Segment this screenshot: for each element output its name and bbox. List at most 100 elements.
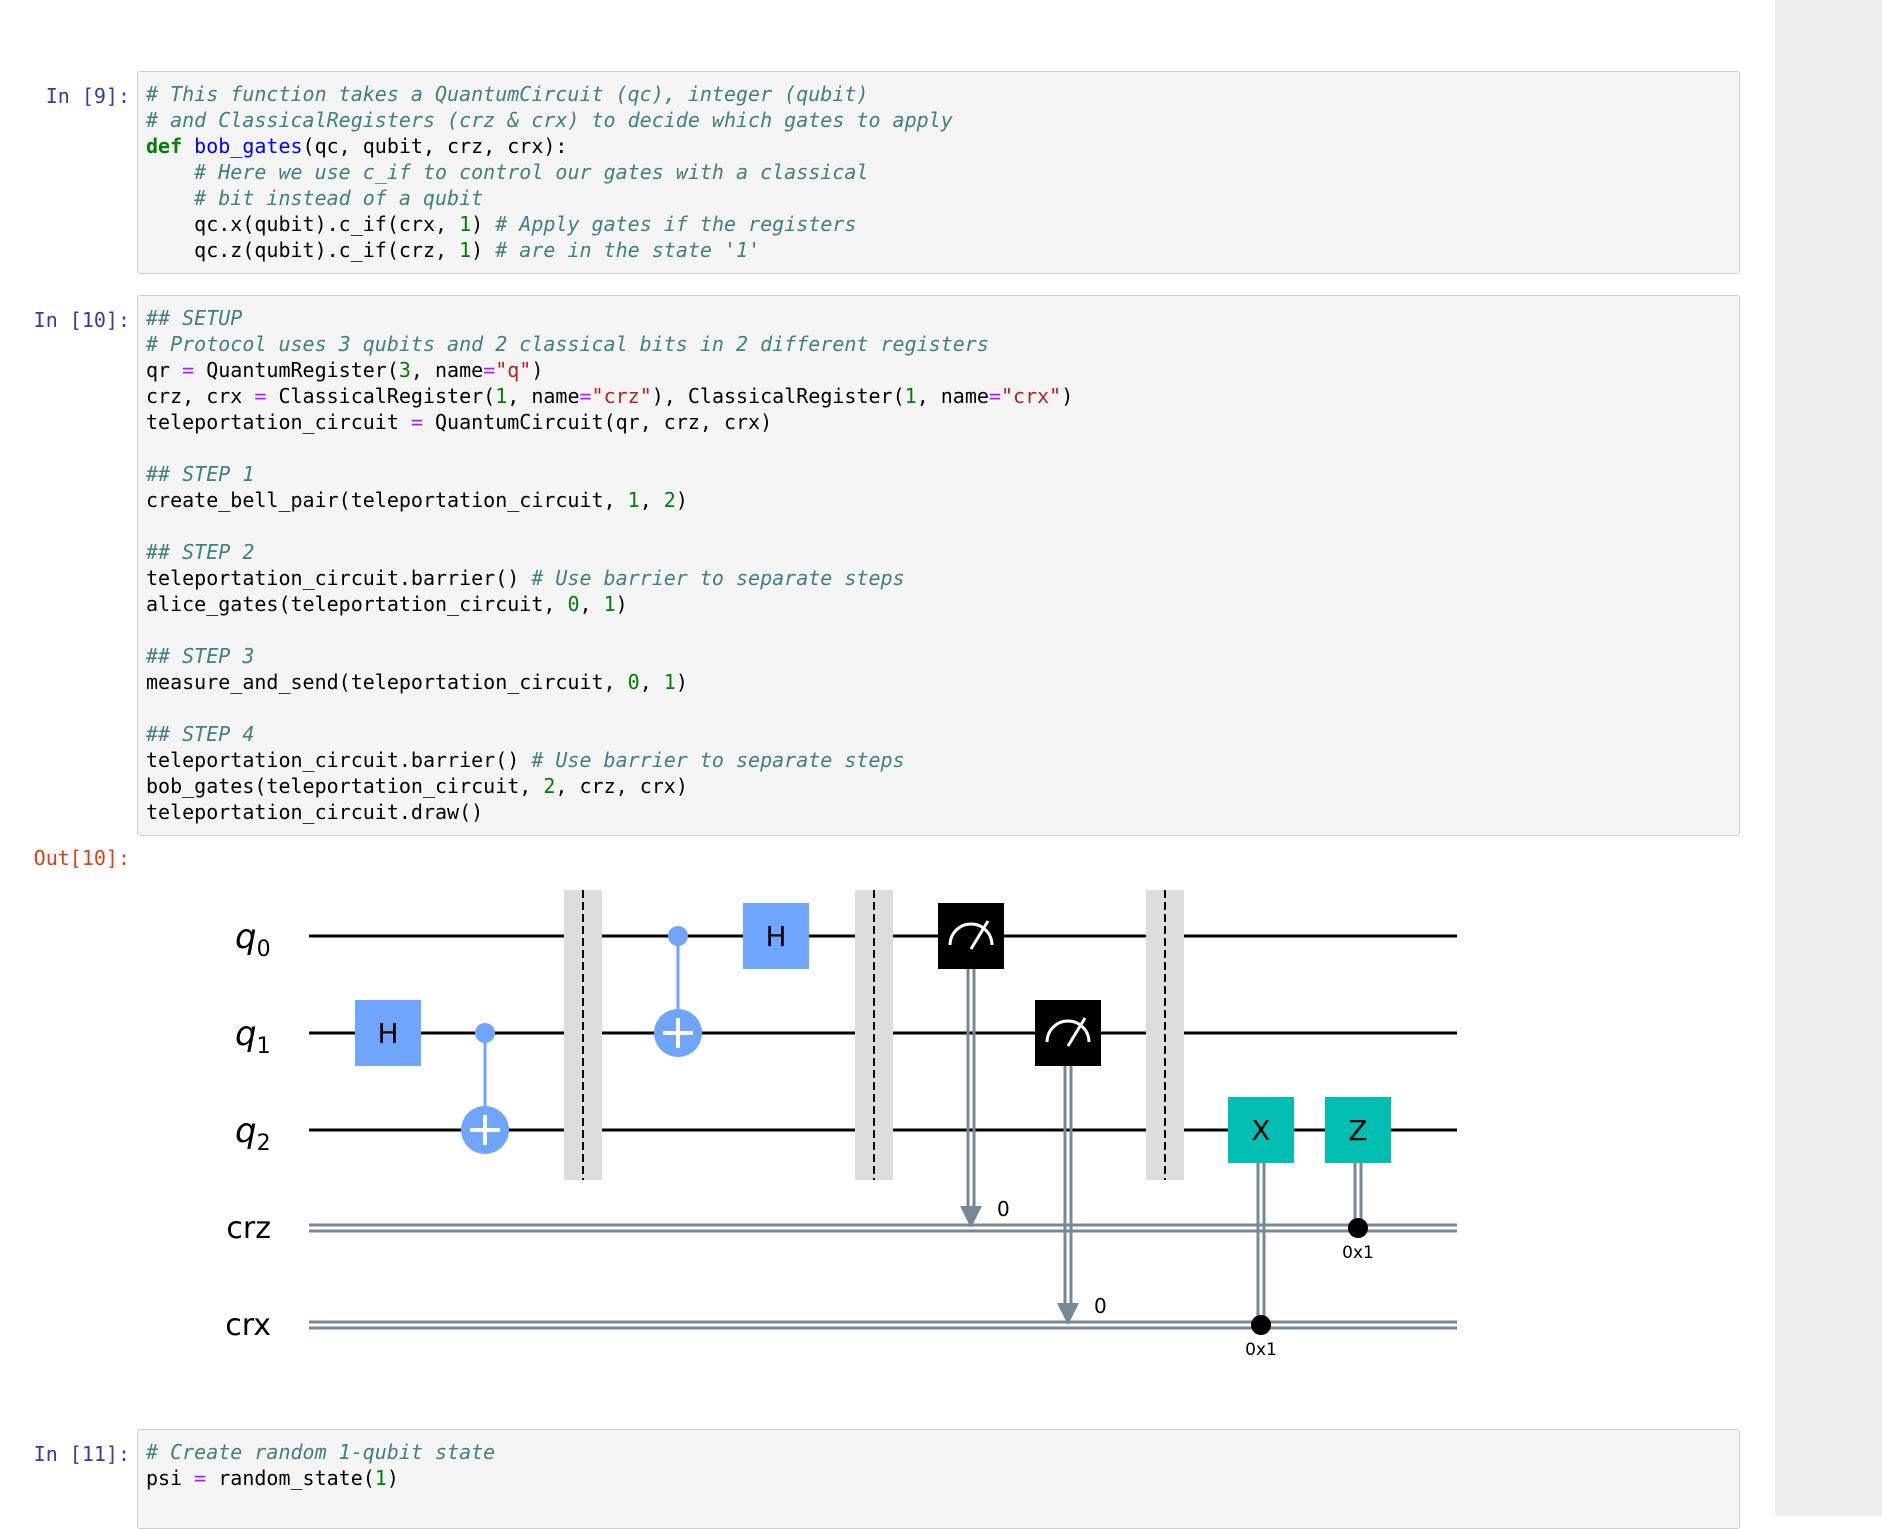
code-token: teleportation_circuit.draw() xyxy=(146,800,484,824)
code-line: bob_gates(teleportation_circuit, 2, crz,… xyxy=(146,773,1073,799)
code-token: 1 xyxy=(603,592,616,616)
code-editor[interactable]: ## SETUP # Protocol uses 3 qubits and 2 c… xyxy=(146,305,1073,825)
code-token: , xyxy=(639,670,664,694)
code-token: , name xyxy=(410,358,484,382)
code-token: ) xyxy=(471,238,496,262)
code-line: ## SETUP xyxy=(146,305,1073,331)
code-token: ) xyxy=(615,592,628,616)
code-token: crz, crx xyxy=(146,384,255,408)
code-token: # Use barrier to separate steps xyxy=(531,748,905,772)
code-token: 1 xyxy=(495,384,508,408)
code-token: # and ClassicalRegisters (crz & crx) to … xyxy=(146,108,953,132)
code-token: 2 xyxy=(543,774,556,798)
code-editor[interactable]: # Create random 1-qubit state psi = rando… xyxy=(146,1439,495,1491)
input-prompt: In [11]: xyxy=(33,1442,130,1466)
condition-label: 0x1 xyxy=(1245,1340,1277,1360)
condition-label: 0x1 xyxy=(1342,1243,1374,1263)
code-line: ## STEP 3 xyxy=(146,643,1073,669)
code-token: ## SETUP xyxy=(146,306,243,330)
code-token: create_bell_pair(teleportation_circuit, xyxy=(146,488,628,512)
code-line: teleportation_circuit.barrier() # Use ba… xyxy=(146,565,1073,591)
code-line: # Create random 1-qubit state xyxy=(146,1439,495,1465)
code-token: ## STEP 4 xyxy=(146,722,255,746)
classical-gate-label: Z xyxy=(1348,1114,1367,1147)
code-token: qr xyxy=(146,358,183,382)
code-token: 1 xyxy=(627,488,640,512)
code-token: , name xyxy=(507,384,580,408)
code-cell[interactable]: # Create random 1-qubit state psi = rando… xyxy=(137,1429,1740,1529)
code-token: qc.x(qubit).c_if(crx, xyxy=(146,212,460,236)
code-token: # Apply gates if the registers xyxy=(495,212,857,236)
code-token: ## STEP 3 xyxy=(146,644,255,668)
code-token: # Use barrier to separate steps xyxy=(531,566,905,590)
code-token: 2 xyxy=(663,488,676,512)
code-line: alice_gates(teleportation_circuit, 0, 1) xyxy=(146,591,1073,617)
classical-gate-label: X xyxy=(1251,1114,1270,1147)
code-line: measure_and_send(teleportation_circuit, … xyxy=(146,669,1073,695)
code-token: bob_gates(teleportation_circuit, xyxy=(146,774,544,798)
code-line: qc.x(qubit).c_if(crx, 1) # Apply gates i… xyxy=(146,211,953,237)
hadamard-gate-label: H xyxy=(377,1017,398,1050)
code-line: # Protocol uses 3 qubits and 2 classical… xyxy=(146,331,1073,357)
code-token: = xyxy=(182,358,195,382)
code-token: # Here we use c_if to control our gates … xyxy=(194,160,869,184)
code-cell[interactable]: # This function takes a QuantumCircuit (… xyxy=(137,71,1740,274)
condition-dot xyxy=(1251,1315,1271,1335)
input-prompt: In [10]: xyxy=(33,308,130,332)
code-line: teleportation_circuit.draw() xyxy=(146,799,1073,825)
circuit-diagram: q0 q1 q2 crz crx H H 0 0 0x1 X 0x1 Z xyxy=(225,890,1457,1360)
code-line: # and ClassicalRegisters (crz & crx) to … xyxy=(146,107,953,133)
code-token: bob_gates xyxy=(194,134,303,158)
code-line: ## STEP 1 xyxy=(146,461,1073,487)
code-token: random_state( xyxy=(206,1466,375,1490)
code-token: teleportation_circuit.barrier() xyxy=(146,566,532,590)
code-token: 1 xyxy=(459,238,472,262)
code-cell[interactable]: ## SETUP # Protocol uses 3 qubits and 2 c… xyxy=(137,295,1740,836)
code-line: psi = random_state(1) xyxy=(146,1465,495,1491)
code-token: "crz" xyxy=(591,384,652,408)
code-token: # are in the state '1' xyxy=(495,238,761,262)
code-token: = xyxy=(194,1466,207,1490)
code-token: # bit instead of a qubit xyxy=(194,186,484,210)
code-token: ) xyxy=(1061,384,1074,408)
code-token: = xyxy=(988,384,1001,408)
code-token: , xyxy=(639,488,664,512)
code-token: "crx" xyxy=(1000,384,1062,408)
code-token: 3 xyxy=(398,358,411,382)
code-token: QuantumCircuit(qr, crz, crx) xyxy=(422,410,773,434)
code-token: teleportation_circuit.barrier() xyxy=(146,748,532,772)
code-token: ), ClassicalRegister( xyxy=(651,384,905,408)
hadamard-gate-label: H xyxy=(765,920,786,953)
code-token: # Create random 1-qubit state xyxy=(146,1440,496,1464)
condition-dot xyxy=(1348,1218,1368,1238)
qubit-label: q0 xyxy=(235,917,271,962)
code-line: ## STEP 2 xyxy=(146,539,1073,565)
code-token: , xyxy=(579,592,604,616)
code-line: qr = QuantumRegister(3, name="q") xyxy=(146,357,1073,383)
measure-gate xyxy=(938,903,1004,969)
code-token: ## STEP 2 xyxy=(146,540,255,564)
code-token: 1 xyxy=(904,384,917,408)
measure-bit-label: 0 xyxy=(1094,1294,1107,1318)
code-token: , crz, crx) xyxy=(555,774,688,798)
code-editor[interactable]: # This function takes a QuantumCircuit (… xyxy=(146,81,953,263)
code-token: # This function takes a QuantumCircuit (… xyxy=(146,82,869,106)
code-line: teleportation_circuit.barrier() # Use ba… xyxy=(146,747,1073,773)
code-token: = xyxy=(410,410,423,434)
circuit-output: q0 q1 q2 crz crx H H 0 0 0x1 X 0x1 Z xyxy=(137,878,1537,1398)
control-dot xyxy=(668,926,688,946)
code-line: # This function takes a QuantumCircuit (… xyxy=(146,81,953,107)
code-line: teleportation_circuit = QuantumCircuit(q… xyxy=(146,409,1073,435)
code-token: psi xyxy=(146,1466,195,1490)
output-prompt: Out[10]: xyxy=(33,846,130,870)
code-token: # Protocol uses 3 qubits and 2 classical… xyxy=(146,332,989,356)
input-prompt: In [9]: xyxy=(45,84,130,108)
code-token: = xyxy=(483,358,496,382)
code-line: crz, crx = ClassicalRegister(1, name="cr… xyxy=(146,383,1073,409)
